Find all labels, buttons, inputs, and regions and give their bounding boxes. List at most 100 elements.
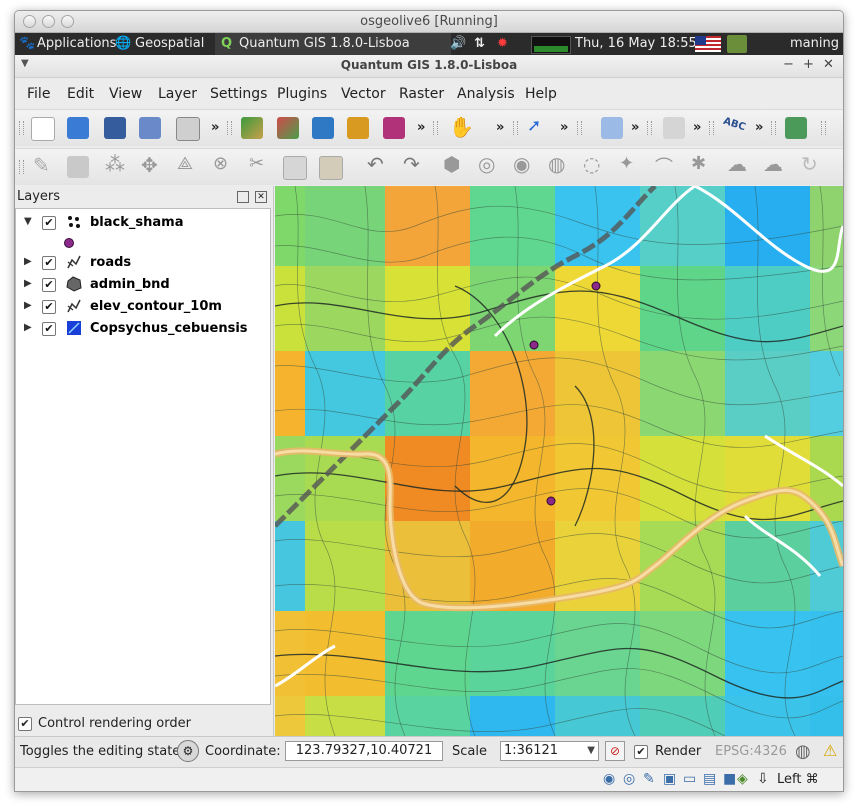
layer-visibility-checkbox[interactable]: ✔ [42,322,56,336]
coordinate-toggle-icon[interactable]: ⚙ [177,740,199,762]
optical-drive-icon[interactable]: ◎ [623,771,635,787]
render-checkbox[interactable]: ✔ [634,745,648,759]
add-spatialite-layer-icon[interactable] [347,117,369,139]
layer-item-copsychus-cebuensis[interactable]: ▶ ✔ Copsychus_cebuensis [16,319,270,339]
add-feature-icon[interactable]: ⁂ [105,152,125,176]
save-edits-icon[interactable] [67,156,89,178]
offset-curve-icon[interactable]: ⌒ [655,153,673,179]
layer-visibility-checkbox[interactable]: ✔ [42,216,56,230]
toolbar-overflow[interactable]: » [496,120,504,135]
network-adapter-icon[interactable]: ▤ [703,771,716,787]
crs-label[interactable]: EPSG:4326 [715,744,787,759]
toolbar-grip[interactable] [19,160,24,174]
redo-icon[interactable]: ↷ [403,152,420,176]
toolbar-overflow[interactable]: » [693,120,701,135]
reshape-features-icon[interactable]: ✦ [619,153,634,174]
new-project-icon[interactable] [31,117,55,141]
qgis-tray-icon[interactable] [727,35,747,53]
help-contents-icon[interactable] [601,117,623,139]
layer-item-elev-contour[interactable]: ▶ ✔ elev_contour_10m [16,297,270,317]
cpu-icon[interactable]: ◈ [737,771,748,787]
move-feature-icon[interactable]: ✥ [141,153,158,177]
close-icon[interactable]: ✕ [823,57,834,72]
gps-tools-icon[interactable] [663,117,685,139]
pan-map-icon[interactable]: ✋ [449,115,474,139]
black-shama-point[interactable] [529,340,539,350]
layer-item-roads[interactable]: ▶ ✔ roads [16,253,270,273]
map-svg[interactable] [275,186,843,736]
print-composer-icon[interactable] [176,117,200,141]
maximize-icon[interactable]: + [803,57,814,72]
add-postgis-layer-icon[interactable] [312,117,334,139]
add-ring-icon[interactable]: ◎ [478,152,495,176]
hard-disk-icon[interactable]: ◉ [603,771,615,787]
node-tool-icon[interactable]: ⟁ [177,153,193,174]
applications-menu[interactable]: Applications [37,36,116,51]
toolbar-overflow[interactable]: » [560,120,568,135]
layer-visibility-checkbox[interactable]: ✔ [42,300,56,314]
toolbar-grip[interactable] [821,121,826,135]
menu-view[interactable]: View [109,86,142,102]
volume-icon[interactable]: 🔊 [450,36,466,51]
map-canvas[interactable] [275,186,843,736]
close-panel-icon[interactable]: ✕ [255,191,267,203]
control-rendering-order[interactable]: ✔ Control rendering order [15,713,273,735]
undo-icon[interactable]: ↶ [367,152,384,176]
float-panel-icon[interactable] [237,191,249,203]
dropdown-arrow-icon[interactable]: ▼ [587,742,595,760]
merge-attributes-icon[interactable]: ☁ [763,152,783,176]
toolbar-grip[interactable] [647,121,652,135]
expand-arrow-icon[interactable]: ▶ [24,278,32,289]
menu-vector[interactable]: Vector [341,86,386,102]
add-vector-layer-icon[interactable] [241,117,263,139]
layer-visibility-checkbox[interactable]: ✔ [42,278,56,292]
add-part-icon[interactable]: ◉ [513,152,530,176]
projection-globe-icon[interactable]: ◍ [795,741,811,762]
toolbar-grip[interactable] [433,121,438,135]
toolbar-overflow[interactable]: » [211,120,219,135]
toolbar-overflow[interactable]: » [631,120,639,135]
minimize-icon[interactable]: − [783,57,794,72]
plugin-icon[interactable] [785,117,807,139]
user-menu[interactable]: maning [790,36,839,51]
expand-arrow-icon[interactable]: ▶ [24,256,32,267]
menu-plugins[interactable]: Plugins [277,86,327,102]
merge-features-icon[interactable]: ☁ [727,152,747,176]
copy-features-icon[interactable] [283,156,307,180]
usb-icon[interactable]: ✎ [643,771,655,787]
identify-features-icon[interactable]: ➚ [527,116,541,136]
delete-selected-icon[interactable]: ⊗ [213,153,228,174]
toolbar-grip[interactable] [19,121,24,135]
toolbar-grip[interactable] [709,121,714,135]
toolbar-grip[interactable] [577,121,582,135]
menu-analysis[interactable]: Analysis [457,86,515,102]
geospatial-menu[interactable]: Geospatial [135,36,204,51]
scale-combobox[interactable]: 1:36121 ▼ [500,741,599,761]
simplify-feature-icon[interactable]: ⬢ [443,152,460,176]
save-project-icon[interactable] [104,117,126,139]
mouse-integration-icon[interactable]: ⇩ [757,771,769,787]
toolbar-grip[interactable] [513,121,518,135]
label-tool-icon[interactable]: ABC [722,116,747,133]
shared-folders-icon[interactable]: ▣ [663,771,676,787]
expand-arrow-icon[interactable]: ▶ [24,322,32,333]
toolbar-grip[interactable] [771,121,776,135]
warning-icon[interactable]: ⚠ [823,741,837,760]
collapse-arrow-icon[interactable]: ▼ [24,216,32,227]
add-raster-layer-icon[interactable] [277,117,299,139]
menu-file[interactable]: File [27,86,50,102]
delete-ring-icon[interactable]: ◍ [548,152,565,176]
toolbar-grip[interactable] [227,121,232,135]
split-features-icon[interactable]: ✱ [691,153,706,174]
control-rendering-order-checkbox[interactable]: ✔ [18,717,32,731]
open-project-icon[interactable] [67,117,89,139]
menu-layer[interactable]: Layer [158,86,197,102]
network-icon[interactable]: ⇅ [474,36,485,51]
system-monitor-icon[interactable] [531,36,571,54]
recording-icon[interactable]: ■ [723,771,736,787]
layer-visibility-checkbox[interactable]: ✔ [42,256,56,270]
menu-edit[interactable]: Edit [67,86,94,102]
menu-help[interactable]: Help [525,86,557,102]
rotate-symbols-icon[interactable]: ↻ [801,152,818,176]
save-as-icon[interactable] [139,117,161,139]
